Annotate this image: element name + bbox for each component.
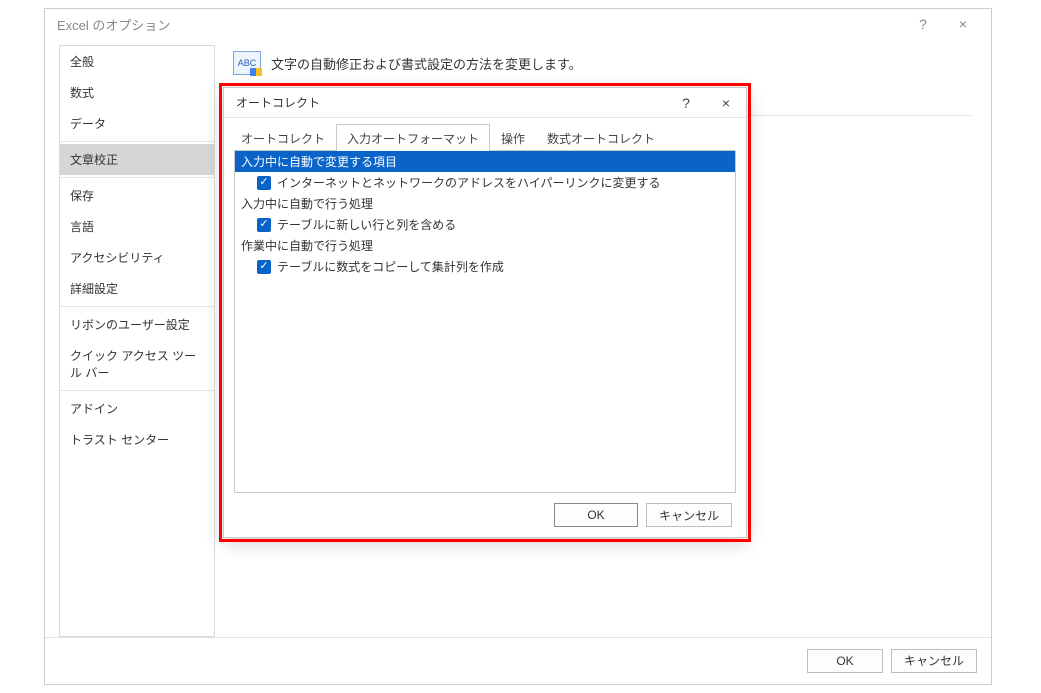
- tab-autoformat[interactable]: 入力オートフォーマット: [336, 124, 490, 151]
- autocorrect-icon: ABC: [233, 51, 261, 75]
- tab-autocorrect[interactable]: オートコレクト: [230, 124, 336, 151]
- checkbox-icon: ✓: [257, 176, 271, 190]
- tab-body: 入力中に自動で変更する項目 ✓ インターネットとネットワークのアドレスをハイパー…: [234, 150, 736, 493]
- checkbox-icon: ✓: [257, 218, 271, 232]
- sidebar-item-trust[interactable]: トラスト センター: [60, 424, 214, 455]
- inner-footer: OK キャンセル: [224, 493, 746, 537]
- tabstrip: オートコレクト 入力オートフォーマット 操作 数式オートコレクト: [224, 122, 746, 150]
- content-header-text: 文字の自動修正および書式設定の方法を変更します。: [271, 54, 582, 73]
- outer-footer: OK キャンセル: [45, 637, 991, 683]
- inner-cancel-button[interactable]: キャンセル: [646, 503, 732, 527]
- options-sidebar: 全般 数式 データ 文章校正 保存 言語 アクセシビリティ 詳細設定 リボンのユ…: [59, 45, 215, 637]
- sidebar-item-data[interactable]: データ: [60, 108, 214, 139]
- check-label-hyperlink: インターネットとネットワークのアドレスをハイパーリンクに変更する: [277, 174, 661, 191]
- outer-titlebar: Excel のオプション ? ×: [45, 9, 991, 39]
- inner-close-button[interactable]: ×: [706, 89, 746, 117]
- check-row-fill-formulas[interactable]: ✓ テーブルに数式をコピーして集計列を作成: [235, 256, 735, 277]
- section-replace-as-type: 入力中に自動で変更する項目: [235, 151, 735, 172]
- sidebar-item-advanced[interactable]: 詳細設定: [60, 273, 214, 304]
- abc-icon-label: ABC: [238, 59, 257, 68]
- check-label-fill-formulas: テーブルに数式をコピーして集計列を作成: [277, 258, 504, 275]
- inner-ok-button[interactable]: OK: [554, 503, 638, 527]
- inner-help-button[interactable]: ?: [666, 89, 706, 117]
- inner-title: オートコレクト: [236, 94, 320, 111]
- check-row-hyperlink[interactable]: ✓ インターネットとネットワークのアドレスをハイパーリンクに変更する: [235, 172, 735, 193]
- content-header: ABC 文字の自動修正および書式設定の方法を変更します。: [233, 51, 971, 85]
- outer-title: Excel のオプション: [57, 15, 170, 34]
- outer-cancel-button[interactable]: キャンセル: [891, 649, 977, 673]
- tab-actions[interactable]: 操作: [490, 124, 536, 151]
- sidebar-item-proofing[interactable]: 文章校正: [60, 144, 214, 175]
- close-button[interactable]: ×: [943, 10, 983, 38]
- sidebar-item-addins[interactable]: アドイン: [60, 393, 214, 424]
- check-label-table-rows: テーブルに新しい行と列を含める: [277, 216, 456, 233]
- outer-ok-button[interactable]: OK: [807, 649, 883, 673]
- sidebar-item-language[interactable]: 言語: [60, 211, 214, 242]
- autocorrect-dialog: オートコレクト ? × オートコレクト 入力オートフォーマット 操作 数式オート…: [223, 87, 747, 538]
- tab-math-autocorrect[interactable]: 数式オートコレクト: [536, 124, 666, 151]
- checkbox-icon: ✓: [257, 260, 271, 274]
- sidebar-item-qat[interactable]: クイック アクセス ツール バー: [60, 340, 214, 388]
- sidebar-item-accessibility[interactable]: アクセシビリティ: [60, 242, 214, 273]
- inner-titlebar: オートコレクト ? ×: [224, 88, 746, 118]
- check-row-table-rows[interactable]: ✓ テーブルに新しい行と列を含める: [235, 214, 735, 235]
- help-button[interactable]: ?: [903, 10, 943, 38]
- section-apply-as-type: 入力中に自動で行う処理: [235, 193, 735, 214]
- sidebar-item-general[interactable]: 全般: [60, 46, 214, 77]
- sidebar-item-ribbon[interactable]: リボンのユーザー設定: [60, 309, 214, 340]
- sidebar-item-formulas[interactable]: 数式: [60, 77, 214, 108]
- sidebar-item-save[interactable]: 保存: [60, 180, 214, 211]
- section-auto-as-you-work: 作業中に自動で行う処理: [235, 235, 735, 256]
